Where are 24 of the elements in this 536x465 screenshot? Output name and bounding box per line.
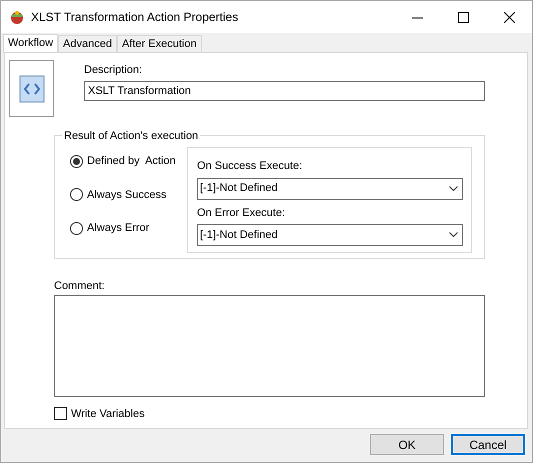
dialog-button[interactable]: OK — [370, 434, 444, 455]
tab[interactable]: After Execution — [116, 35, 202, 52]
code-file-icon — [18, 74, 44, 102]
on-success-label: On Success Execute: — [197, 159, 304, 174]
tab[interactable]: Advanced — [58, 35, 117, 52]
radio-option[interactable]: Defined by Action — [70, 153, 187, 170]
description-label: Description: — [84, 63, 144, 78]
description-field[interactable]: XSLT Transformation — [84, 80, 485, 100]
comment-label: Comment: — [54, 279, 106, 294]
on-success-dropdown[interactable]: [-1]-Not Defined — [197, 178, 463, 200]
write-variables-checkbox[interactable]: Write Variables — [54, 406, 145, 422]
comment-field[interactable] — [54, 294, 485, 396]
radio-option[interactable]: Always Success — [70, 186, 187, 203]
on-error-label: On Error Execute: — [197, 206, 286, 220]
maximize-icon — [458, 12, 468, 22]
tab[interactable]: Workflow — [3, 34, 58, 53]
radio-option[interactable]: Always Error — [70, 220, 187, 236]
chevron-down-icon — [449, 186, 458, 192]
app-icon — [9, 9, 25, 25]
chevron-down-icon — [449, 232, 458, 238]
window-title: XLST Transformation Action Properties — [31, 9, 240, 26]
close-icon — [504, 12, 514, 22]
on-error-dropdown[interactable]: [-1]-Not Defined — [197, 224, 463, 246]
dialog-button[interactable]: Cancel — [451, 434, 525, 455]
